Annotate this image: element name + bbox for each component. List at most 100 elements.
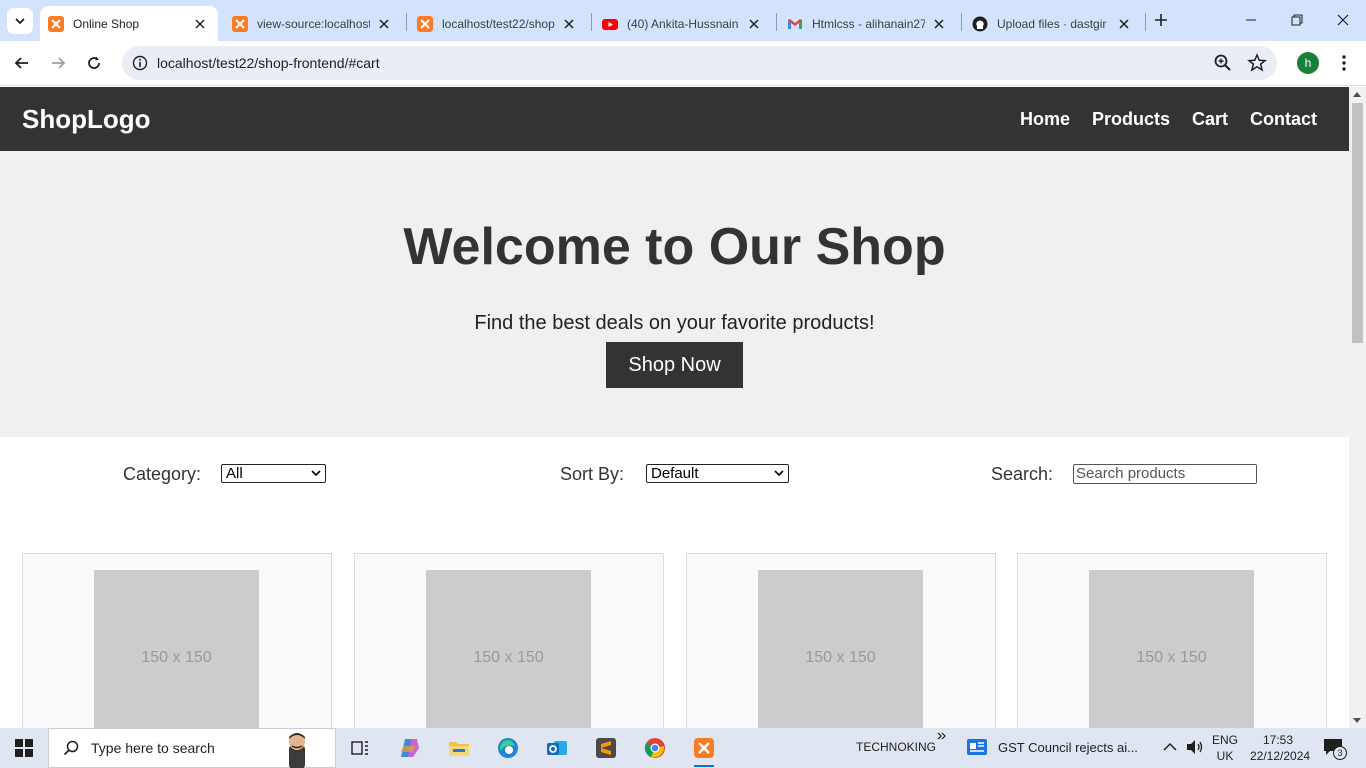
profile-avatar[interactable]: h: [1297, 52, 1319, 74]
restore-button[interactable]: [1274, 0, 1320, 40]
address-bar[interactable]: localhost/test22/shop-frontend/#cart: [122, 46, 1277, 80]
language-indicator[interactable]: ENG UK: [1212, 732, 1238, 764]
tab-separator: [776, 13, 777, 31]
close-icon[interactable]: [1116, 16, 1132, 32]
site-header: ShopLogo Home Products Cart Contact: [0, 87, 1349, 151]
news-icon: [967, 739, 987, 755]
plus-icon: [1155, 14, 1167, 26]
sublime-text-icon[interactable]: [590, 732, 622, 764]
scroll-down-arrow-icon[interactable]: [1353, 718, 1361, 723]
search-highlight-illustration-icon: [289, 733, 305, 768]
nav-contact[interactable]: Contact: [1250, 109, 1317, 130]
product-card[interactable]: 150 x 150: [354, 553, 664, 728]
scrollbar-thumb[interactable]: [1352, 103, 1363, 343]
arrow-right-icon: [52, 57, 66, 69]
restore-icon: [1291, 14, 1303, 26]
close-window-button[interactable]: [1320, 0, 1366, 40]
new-tab-button[interactable]: [1150, 9, 1172, 31]
back-button[interactable]: [8, 49, 36, 77]
url-text[interactable]: localhost/test22/shop-frontend/#cart: [157, 55, 380, 71]
taskbar-search-placeholder: Type here to search: [91, 740, 215, 756]
tab-search-button[interactable]: [7, 8, 33, 34]
taskbar-search-box[interactable]: Type here to search: [48, 728, 336, 768]
hero-subtitle: Find the best deals on your favorite pro…: [474, 312, 875, 334]
tab-github[interactable]: Upload files · dastgir: [964, 6, 1142, 41]
news-widget[interactable]: GST Council rejects ai...: [966, 738, 1138, 756]
product-card[interactable]: 150 x 150: [22, 553, 332, 728]
nav-cart[interactable]: Cart: [1192, 109, 1228, 130]
outlook-icon[interactable]: [541, 732, 573, 764]
tab-title: Htmlcss - alihanain27: [812, 16, 925, 31]
site-nav: Home Products Cart Contact: [1020, 109, 1327, 130]
nav-products[interactable]: Products: [1092, 109, 1170, 130]
nav-home[interactable]: Home: [1020, 109, 1070, 130]
site-logo[interactable]: ShopLogo: [22, 104, 151, 135]
sort-select-value: Default: [651, 465, 699, 482]
category-select[interactable]: All: [221, 464, 326, 483]
page-scrollbar[interactable]: [1349, 87, 1366, 728]
chevron-down-icon: [311, 470, 321, 477]
scroll-up-arrow-icon[interactable]: [1353, 92, 1361, 97]
shop-now-button[interactable]: Shop Now: [606, 342, 743, 388]
clock[interactable]: 17:53 22/12/2024: [1250, 732, 1311, 764]
close-icon[interactable]: [192, 16, 208, 32]
tab-separator: [406, 13, 407, 31]
close-icon: [1337, 14, 1349, 26]
youtube-icon: [602, 16, 618, 32]
tab-youtube[interactable]: (40) Ankita-Hussnain: [594, 6, 772, 41]
sort-select[interactable]: Default: [646, 464, 789, 483]
speaker-icon[interactable]: [1186, 739, 1204, 755]
browser-tab-strip: Online Shop view-source:localhost localh…: [0, 0, 1366, 41]
github-icon: [972, 16, 988, 32]
product-image-placeholder: 150 x 150: [94, 570, 259, 728]
tab-title: Upload files · dastgir: [997, 16, 1107, 31]
start-button[interactable]: [0, 728, 48, 768]
reload-button[interactable]: [80, 49, 108, 77]
site-info-icon[interactable]: [128, 51, 152, 75]
bookmark-star-icon[interactable]: [1247, 53, 1267, 73]
zoom-icon[interactable]: [1213, 53, 1233, 73]
product-card[interactable]: 150 x 150: [1017, 553, 1327, 728]
notification-center-button[interactable]: 3: [1322, 737, 1350, 761]
news-headline: GST Council rejects ai...: [998, 739, 1138, 755]
forward-button[interactable]: [44, 49, 72, 77]
search-input[interactable]: Search products: [1073, 464, 1257, 484]
product-image-placeholder: 150 x 150: [426, 570, 591, 728]
search-icon: [63, 740, 79, 756]
more-menu-icon[interactable]: [1334, 52, 1354, 74]
tab-title: view-source:localhost: [257, 16, 370, 31]
tab-view-source[interactable]: view-source:localhost: [224, 6, 402, 41]
filters-bar: Category: All Sort By: Default Search: S…: [0, 437, 1349, 553]
xampp-icon[interactable]: [688, 732, 720, 767]
sort-label: Sort By:: [560, 464, 625, 484]
chevron-down-icon: [774, 470, 784, 477]
taskbar-user-label: TECHNOKING: [856, 740, 937, 754]
arrow-left-icon: [14, 57, 28, 69]
minimize-button[interactable]: [1228, 0, 1274, 40]
edge-browser-icon[interactable]: [492, 732, 524, 764]
tab-localhost-shop[interactable]: localhost/test22/shop: [409, 6, 587, 41]
file-explorer-icon[interactable]: [443, 732, 475, 764]
tab-gmail[interactable]: Htmlcss - alihanain27: [779, 6, 957, 41]
close-icon[interactable]: [746, 16, 762, 32]
close-icon[interactable]: [561, 16, 577, 32]
tab-online-shop[interactable]: Online Shop: [40, 6, 218, 41]
chrome-browser-icon[interactable]: [639, 732, 671, 764]
language-code: ENG: [1212, 733, 1239, 747]
task-view-icon[interactable]: [344, 732, 376, 764]
minimize-icon: [1246, 19, 1256, 21]
close-icon[interactable]: [376, 16, 392, 32]
product-grid: 150 x 150 150 x 150 150 x 150 150 x 150: [0, 553, 1349, 728]
copilot-icon[interactable]: [394, 732, 426, 764]
product-card[interactable]: 150 x 150: [686, 553, 996, 728]
hero-section: Welcome to Our Shop Find the best deals …: [0, 151, 1349, 437]
close-icon[interactable]: [931, 16, 947, 32]
chevron-down-icon: [15, 18, 25, 25]
tab-separator: [961, 13, 962, 31]
browser-toolbar: localhost/test22/shop-frontend/#cart h: [0, 41, 1366, 86]
clock-date: 22/12/2024: [1250, 749, 1311, 763]
product-image-placeholder: 150 x 150: [1089, 570, 1254, 728]
double-chevron-icon[interactable]: [937, 732, 947, 740]
chevron-up-icon[interactable]: [1163, 742, 1177, 752]
category-label: Category:: [123, 464, 202, 484]
